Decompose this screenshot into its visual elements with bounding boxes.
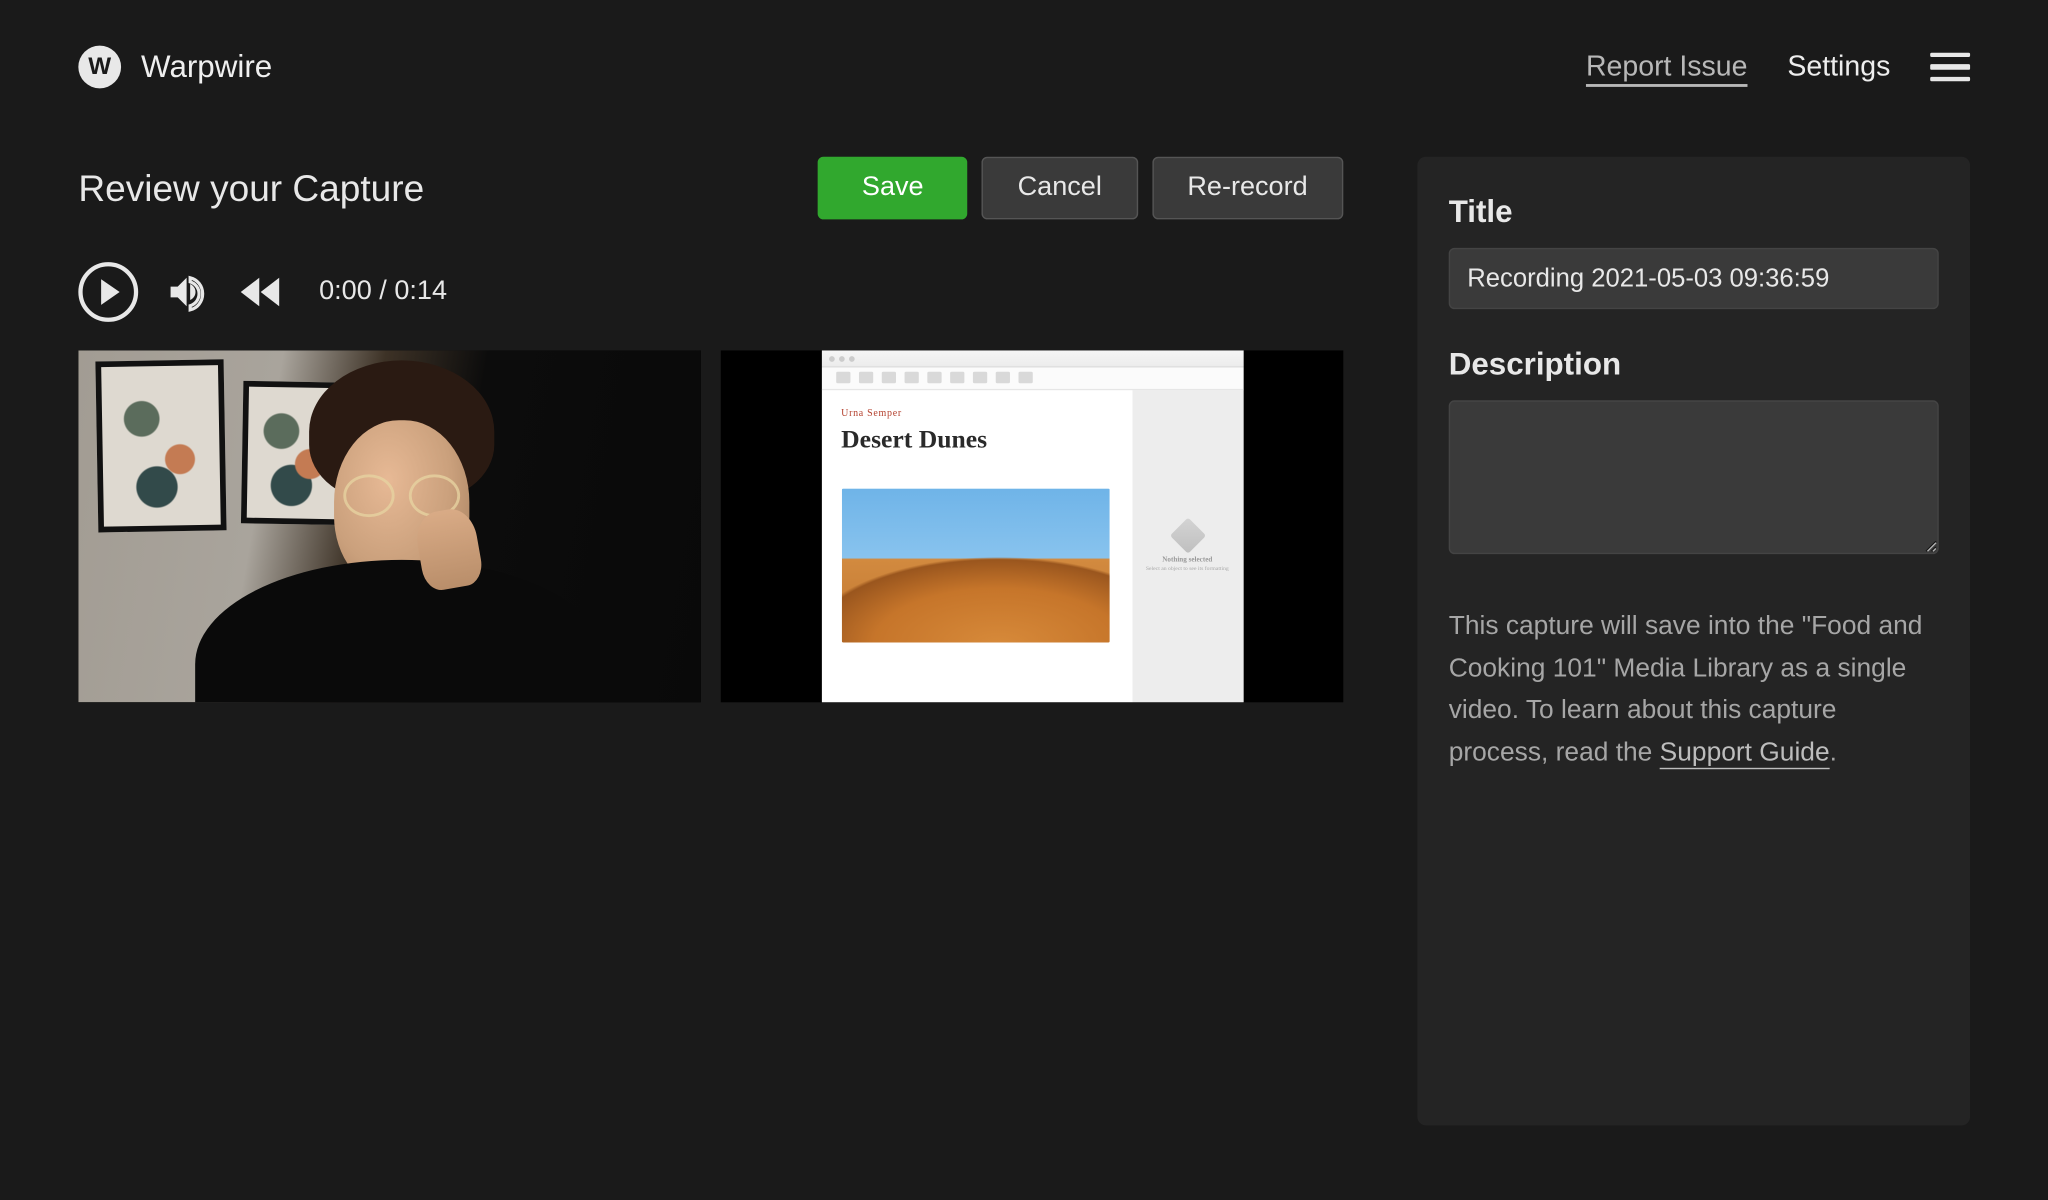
doc-title: Desert Dunes — [841, 425, 1112, 455]
cancel-button[interactable]: Cancel — [982, 157, 1137, 220]
player-controls: 0:00 / 0:14 — [78, 262, 1343, 322]
volume-button[interactable] — [165, 271, 208, 314]
page-title: Review your Capture — [78, 166, 424, 210]
title-input[interactable] — [1449, 248, 1939, 309]
doc-image — [841, 489, 1109, 643]
help-text: This capture will save into the "Food an… — [1449, 604, 1939, 773]
report-issue-link[interactable]: Report Issue — [1586, 51, 1748, 84]
settings-link[interactable]: Settings — [1787, 51, 1890, 84]
header-actions: Report Issue Settings — [1586, 50, 1970, 85]
time-display: 0:00 / 0:14 — [319, 276, 447, 307]
camera-thumbnail — [78, 350, 701, 702]
description-input[interactable] — [1449, 400, 1939, 554]
help-text-b: . — [1830, 736, 1837, 766]
doc-side-sub: Select an object to see its formatting — [1146, 563, 1229, 570]
screen-preview[interactable]: Urna Semper Desert Dunes Nothing selecte… — [721, 350, 1344, 702]
menu-icon[interactable] — [1930, 50, 1970, 85]
support-guide-link[interactable]: Support Guide — [1660, 736, 1830, 766]
brand-logo-icon: W — [78, 46, 121, 89]
play-icon — [101, 279, 120, 305]
title-label: Title — [1449, 194, 1939, 231]
format-brush-icon — [1169, 517, 1205, 553]
rewind-button[interactable] — [235, 274, 283, 311]
action-buttons: Save Cancel Re-record — [818, 157, 1344, 220]
rerecord-button[interactable]: Re-record — [1152, 157, 1344, 220]
brand: W Warpwire — [78, 46, 272, 89]
doc-side-heading: Nothing selected — [1162, 556, 1212, 563]
screen-thumbnail: Urna Semper Desert Dunes Nothing selecte… — [821, 350, 1243, 702]
save-button[interactable]: Save — [818, 157, 968, 220]
doc-eyebrow: Urna Semper — [841, 407, 1112, 418]
brand-name: Warpwire — [141, 48, 272, 85]
description-label: Description — [1449, 346, 1939, 383]
camera-preview[interactable] — [78, 350, 701, 702]
app-header: W Warpwire Report Issue Settings — [0, 0, 2048, 117]
play-button[interactable] — [78, 262, 138, 322]
details-panel: Title Description This capture will save… — [1417, 157, 1970, 1126]
